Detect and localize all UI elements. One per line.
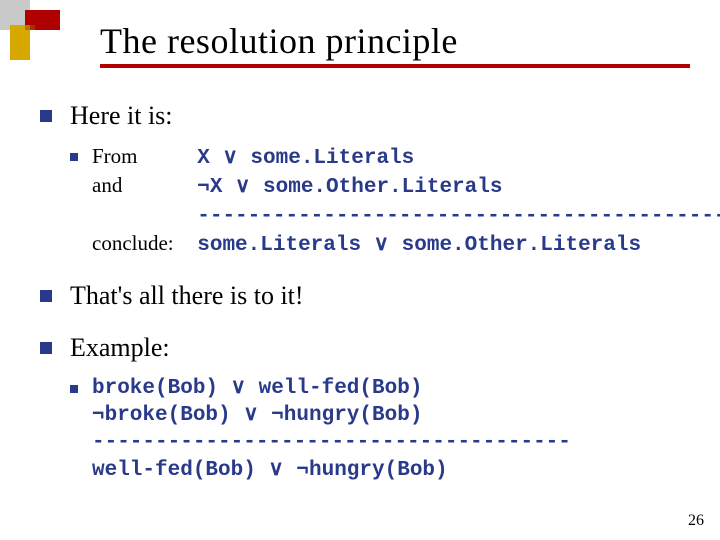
example-separator: -------------------------------------- (92, 429, 571, 456)
bullet-here-it-is: Here it is: (40, 100, 680, 133)
page-number: 26 (688, 512, 704, 530)
resolution-rule: From X ∨ some.Literals and ¬X ∨ some.Oth… (92, 143, 720, 260)
bullet-square-icon (40, 342, 52, 354)
bullet-example: Example: (40, 332, 680, 365)
example-conclusion: well-fed(Bob) ∨ ¬hungry(Bob) (92, 457, 571, 484)
page-title: The resolution principle (100, 20, 690, 62)
bullet-text: Example: (70, 332, 170, 365)
example-block-item: broke(Bob) ∨ well-fed(Bob) ¬broke(Bob) ∨… (70, 375, 680, 484)
example-line-2: ¬broke(Bob) ∨ ¬hungry(Bob) (92, 402, 571, 429)
bullet-square-icon (40, 110, 52, 122)
rule-premise-1: X ∨ some.Literals (197, 147, 414, 170)
title-block: The resolution principle (100, 20, 690, 68)
bullet-text: Here it is: (70, 100, 173, 133)
example-line-1: broke(Bob) ∨ well-fed(Bob) (92, 375, 571, 402)
and-label: and (92, 172, 192, 199)
bullet-thats-all: That's all there is to it! (40, 280, 680, 313)
rule-premise-2: ¬X ∨ some.Other.Literals (197, 176, 502, 199)
bullet-square-icon (70, 385, 78, 393)
slide-content: Here it is: From X ∨ some.Literals and ¬… (40, 100, 680, 498)
from-label: From (92, 143, 192, 170)
conclude-label: conclude: (92, 230, 192, 257)
title-underline (100, 64, 690, 68)
bullet-square-icon (70, 153, 78, 161)
bullet-square-icon (40, 290, 52, 302)
corner-decoration (0, 0, 100, 70)
rule-block-item: From X ∨ some.Literals and ¬X ∨ some.Oth… (70, 143, 680, 260)
example-derivation: broke(Bob) ∨ well-fed(Bob) ¬broke(Bob) ∨… (92, 375, 571, 484)
bullet-text: That's all there is to it! (70, 280, 304, 313)
rule-separator: ----------------------------------------… (197, 205, 720, 228)
rule-conclusion: some.Literals ∨ some.Other.Literals (197, 234, 641, 257)
